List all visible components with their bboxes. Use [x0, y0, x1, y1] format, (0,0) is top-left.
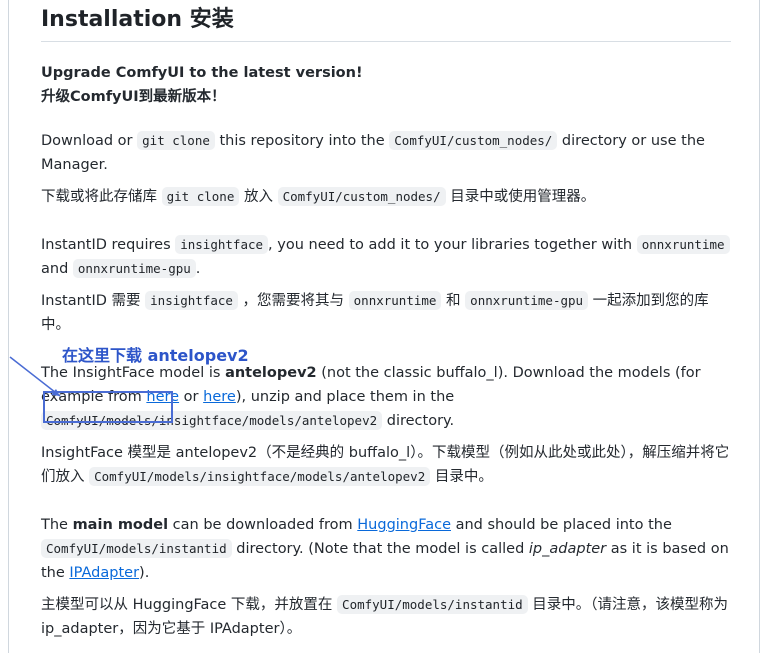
annotation-arrow-icon — [9, 356, 61, 397]
download-links-highlight-box — [43, 391, 173, 423]
